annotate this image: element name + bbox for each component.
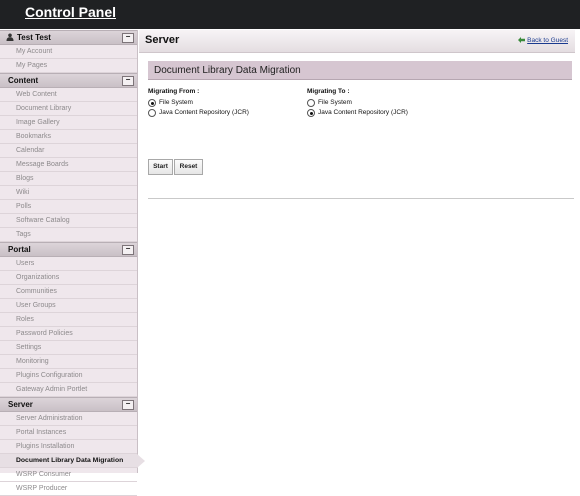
sidebar-user-name: Test Test bbox=[17, 33, 51, 42]
sidebar-section-server[interactable]: Server − bbox=[0, 397, 137, 412]
radio-button[interactable] bbox=[307, 109, 315, 117]
migrating-from-group: Migrating From : File System Java Conten… bbox=[148, 88, 249, 118]
back-to-guest-link[interactable]: Back to Guest bbox=[518, 37, 568, 44]
reset-button[interactable]: Reset bbox=[174, 159, 203, 175]
migrating-to-group: Migrating To : File System Java Content … bbox=[307, 88, 408, 118]
option-label: Java Content Repository (JCR) bbox=[159, 109, 249, 116]
main-header: Server Back to Guest bbox=[139, 30, 575, 53]
collapse-icon[interactable]: − bbox=[122, 76, 134, 86]
divider bbox=[148, 198, 574, 199]
from-option-jcr[interactable]: Java Content Repository (JCR) bbox=[148, 108, 249, 118]
sidebar-item-portal-instances[interactable]: Portal Instances bbox=[0, 426, 137, 440]
sidebar-section-portal[interactable]: Portal − bbox=[0, 242, 137, 257]
sidebar-item-gateway-admin-portlet[interactable]: Gateway Admin Portlet bbox=[0, 383, 137, 397]
sidebar-item-plugins-configuration[interactable]: Plugins Configuration bbox=[0, 369, 137, 383]
sidebar-item-message-boards[interactable]: Message Boards bbox=[0, 158, 137, 172]
user-icon bbox=[6, 33, 14, 41]
sidebar-item-blogs[interactable]: Blogs bbox=[0, 172, 137, 186]
sidebar-item-wsrp-producer[interactable]: WSRP Producer bbox=[0, 482, 137, 496]
start-button[interactable]: Start bbox=[148, 159, 173, 175]
sidebar-section-title: Portal bbox=[8, 245, 31, 254]
sidebar-item-wiki[interactable]: Wiki bbox=[0, 186, 137, 200]
app-title[interactable]: Control Panel bbox=[25, 4, 116, 20]
page-title: Server bbox=[145, 34, 180, 46]
sidebar-section-user[interactable]: Test Test − bbox=[0, 30, 137, 45]
sidebar-item-communities[interactable]: Communities bbox=[0, 285, 137, 299]
radio-button[interactable] bbox=[307, 99, 315, 107]
sidebar-item-bookmarks[interactable]: Bookmarks bbox=[0, 130, 137, 144]
sidebar-item-document-library-data-migration[interactable]: Document Library Data Migration bbox=[0, 454, 145, 468]
collapse-icon[interactable]: − bbox=[122, 245, 134, 255]
sidebar-item-web-content[interactable]: Web Content bbox=[0, 88, 137, 102]
option-label: File System bbox=[159, 99, 193, 106]
panel-title: Document Library Data Migration bbox=[148, 61, 572, 80]
sidebar-item-user-groups[interactable]: User Groups bbox=[0, 299, 137, 313]
sidebar-section-title: Content bbox=[8, 76, 39, 85]
sidebar-item-calendar[interactable]: Calendar bbox=[0, 144, 137, 158]
sidebar: Test Test − My Account My Pages Content … bbox=[0, 30, 145, 496]
option-label: File System bbox=[318, 99, 352, 106]
sidebar-item-password-policies[interactable]: Password Policies bbox=[0, 327, 137, 341]
sidebar-item-monitoring[interactable]: Monitoring bbox=[0, 355, 137, 369]
sidebar-section-title: Server bbox=[8, 400, 33, 409]
back-arrow-icon bbox=[518, 37, 526, 43]
sidebar-item-plugins-installation[interactable]: Plugins Installation bbox=[0, 440, 137, 454]
collapse-icon[interactable]: − bbox=[122, 33, 134, 43]
migrating-from-label: Migrating From : bbox=[148, 88, 200, 95]
back-link-label: Back to Guest bbox=[527, 37, 568, 44]
sidebar-item-tags[interactable]: Tags bbox=[0, 228, 137, 242]
radio-button[interactable] bbox=[148, 99, 156, 107]
to-option-jcr[interactable]: Java Content Repository (JCR) bbox=[307, 108, 408, 118]
sidebar-item-image-gallery[interactable]: Image Gallery bbox=[0, 116, 137, 130]
radio-button[interactable] bbox=[148, 109, 156, 117]
sidebar-item-wsrp-consumer[interactable]: WSRP Consumer bbox=[0, 468, 137, 482]
sidebar-item-organizations[interactable]: Organizations bbox=[0, 271, 137, 285]
sidebar-item-server-administration[interactable]: Server Administration bbox=[0, 412, 137, 426]
sidebar-item-my-account[interactable]: My Account bbox=[0, 45, 137, 59]
collapse-icon[interactable]: − bbox=[122, 400, 134, 410]
sidebar-item-roles[interactable]: Roles bbox=[0, 313, 137, 327]
to-option-file-system[interactable]: File System bbox=[307, 98, 408, 108]
from-option-file-system[interactable]: File System bbox=[148, 98, 249, 108]
sidebar-item-my-pages[interactable]: My Pages bbox=[0, 59, 137, 73]
top-bar: Control Panel bbox=[0, 0, 580, 29]
sidebar-item-document-library[interactable]: Document Library bbox=[0, 102, 137, 116]
sidebar-item-polls[interactable]: Polls bbox=[0, 200, 137, 214]
sidebar-item-software-catalog[interactable]: Software Catalog bbox=[0, 214, 137, 228]
sidebar-item-settings[interactable]: Settings bbox=[0, 341, 137, 355]
migrating-to-label: Migrating To : bbox=[307, 88, 350, 95]
main-content: Server Back to Guest Document Library Da… bbox=[139, 30, 580, 473]
sidebar-section-content[interactable]: Content − bbox=[0, 73, 137, 88]
option-label: Java Content Repository (JCR) bbox=[318, 109, 408, 116]
sidebar-item-users[interactable]: Users bbox=[0, 257, 137, 271]
